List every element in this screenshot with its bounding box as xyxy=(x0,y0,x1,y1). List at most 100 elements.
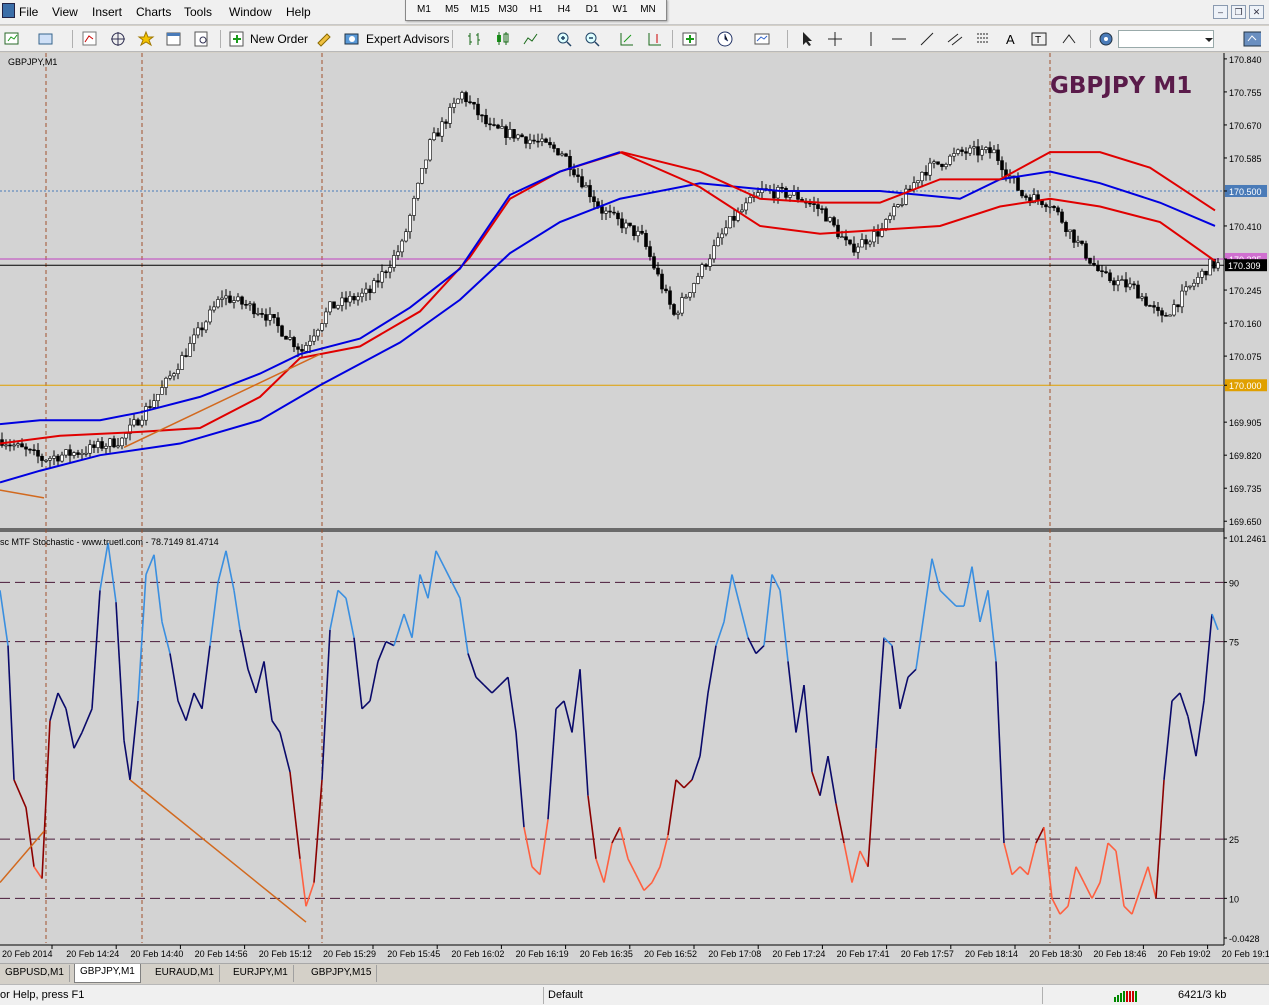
stoch-line-segment xyxy=(723,574,733,623)
minimize-icon[interactable]: – xyxy=(1213,5,1228,19)
new-order-icon[interactable] xyxy=(228,30,246,48)
templates-icon[interactable] xyxy=(753,30,771,48)
stoch-line-segment xyxy=(427,550,437,599)
terminal-icon[interactable] xyxy=(165,30,183,48)
tf-mn[interactable]: MN xyxy=(636,4,660,15)
candle-body xyxy=(152,400,156,408)
menu-window[interactable]: Window xyxy=(226,5,275,19)
new-order-button[interactable]: New Order xyxy=(250,29,308,49)
candle-body xyxy=(412,198,416,216)
menu-insert[interactable]: Insert xyxy=(89,5,125,19)
candle-body xyxy=(400,240,404,253)
tab-gbpusd-m1[interactable]: GBPUSD,M1 xyxy=(0,965,70,982)
line-chart-icon[interactable] xyxy=(522,30,540,48)
price-chart-canvas[interactable]: 170.840 170.755 170.670 170.585 170.500 170.4… xyxy=(0,53,1269,963)
toolbar-separator xyxy=(1090,30,1091,48)
tab-euraud-m1[interactable]: EURAUD,M1 xyxy=(150,965,220,982)
chart-window[interactable]: 170.840 170.755 170.670 170.585 170.500 170.4… xyxy=(0,53,1269,963)
tf-d1[interactable]: D1 xyxy=(580,4,604,15)
time-label: 20 Feb 17:57 xyxy=(901,949,954,959)
candle-body xyxy=(992,149,996,154)
zoom-out-icon[interactable] xyxy=(583,30,601,48)
arrows-icon[interactable] xyxy=(1060,30,1078,48)
periods-icon[interactable] xyxy=(716,30,734,48)
metaeditor-icon[interactable] xyxy=(315,30,333,48)
candle-body xyxy=(1196,277,1200,284)
market-watch-icon[interactable] xyxy=(81,30,99,48)
text-label-icon[interactable]: T xyxy=(1030,30,1048,48)
autoscroll-icon[interactable] xyxy=(618,30,636,48)
expert-advisors-icon[interactable] xyxy=(343,30,361,48)
close-icon[interactable]: ✕ xyxy=(1249,5,1264,19)
tester-icon[interactable] xyxy=(193,30,211,48)
time-label: 20 Feb 17:41 xyxy=(837,949,890,959)
messages-icon[interactable] xyxy=(1243,30,1261,48)
candle-body xyxy=(1184,286,1188,292)
menu-charts[interactable]: Charts xyxy=(133,5,174,19)
cursor-icon[interactable] xyxy=(798,30,816,48)
tf-m30[interactable]: M30 xyxy=(496,4,520,15)
search-input[interactable] xyxy=(1118,30,1214,48)
stoch-line-segment xyxy=(393,613,405,646)
vertical-line-icon[interactable] xyxy=(862,30,880,48)
candle-body xyxy=(460,92,464,100)
tf-m1[interactable]: M1 xyxy=(412,4,436,15)
candle-body xyxy=(864,239,868,245)
stoch-line-segment xyxy=(345,598,355,638)
candle-body xyxy=(796,191,800,200)
candle-body xyxy=(1172,304,1176,316)
favorites-icon[interactable] xyxy=(137,30,155,48)
candle-body xyxy=(868,241,872,245)
candle-body xyxy=(1080,240,1084,244)
restore-icon[interactable]: ❐ xyxy=(1231,5,1246,19)
menu-file[interactable]: File xyxy=(16,5,41,19)
candle-body xyxy=(828,217,832,222)
tf-w1[interactable]: W1 xyxy=(608,4,632,15)
candle-body xyxy=(668,290,672,305)
navigator-icon[interactable] xyxy=(109,30,127,48)
stoch-line-segment xyxy=(13,779,27,808)
candle-body xyxy=(1060,211,1064,223)
candle-body xyxy=(48,458,52,461)
text-icon[interactable]: A xyxy=(1002,30,1020,48)
bar-chart-icon[interactable] xyxy=(466,30,484,48)
candlestick-icon[interactable] xyxy=(494,30,512,48)
candle-body xyxy=(1056,207,1060,213)
stoch-line-segment xyxy=(811,771,821,796)
horizontal-line-icon[interactable] xyxy=(890,30,908,48)
candle-body xyxy=(1024,195,1028,198)
tf-h1[interactable]: H1 xyxy=(524,4,548,15)
stoch-line-segment xyxy=(305,882,315,907)
tab-gbpjpy-m1[interactable]: GBPJPY,M1 xyxy=(74,964,141,983)
tab-eurjpy-m1[interactable]: EURJPY,M1 xyxy=(228,965,294,982)
trendline-icon[interactable] xyxy=(918,30,936,48)
stoch-line-segment xyxy=(563,700,573,733)
search-dropdown-icon[interactable] xyxy=(1202,30,1220,48)
profiles-icon[interactable] xyxy=(37,30,55,48)
options-gear-icon[interactable] xyxy=(1097,30,1115,48)
price-label: 170.670 xyxy=(1229,121,1262,131)
status-bar: or Help, press F1 Default 6421/3 kb xyxy=(0,984,1269,1005)
tf-h4[interactable]: H4 xyxy=(552,4,576,15)
tf-m15[interactable]: M15 xyxy=(468,4,492,15)
zoom-in-icon[interactable] xyxy=(555,30,573,48)
price-label: 170.500 xyxy=(1229,187,1262,197)
tf-m5[interactable]: M5 xyxy=(440,4,464,15)
stoch-line-segment xyxy=(123,740,131,780)
menu-tools[interactable]: Tools xyxy=(181,5,215,19)
menu-view[interactable]: View xyxy=(49,5,81,19)
expert-advisors-button[interactable]: Expert Advisors xyxy=(366,29,449,49)
indicators-icon[interactable] xyxy=(681,30,699,48)
stoch-line-segment xyxy=(25,807,35,867)
menu-help[interactable]: Help xyxy=(283,5,314,19)
equidistant-channel-icon[interactable] xyxy=(946,30,964,48)
crosshair-icon[interactable] xyxy=(826,30,844,48)
candle-body xyxy=(692,283,696,293)
fibonacci-icon[interactable] xyxy=(974,30,992,48)
stoch-line-segment xyxy=(239,629,249,670)
new-chart-icon[interactable] xyxy=(3,30,21,48)
chart-shift-icon[interactable] xyxy=(646,30,664,48)
candle-body xyxy=(1160,310,1164,316)
candle-body xyxy=(1072,229,1076,243)
tab-gbpjpy-m15[interactable]: GBPJPY,M15 xyxy=(306,965,378,982)
